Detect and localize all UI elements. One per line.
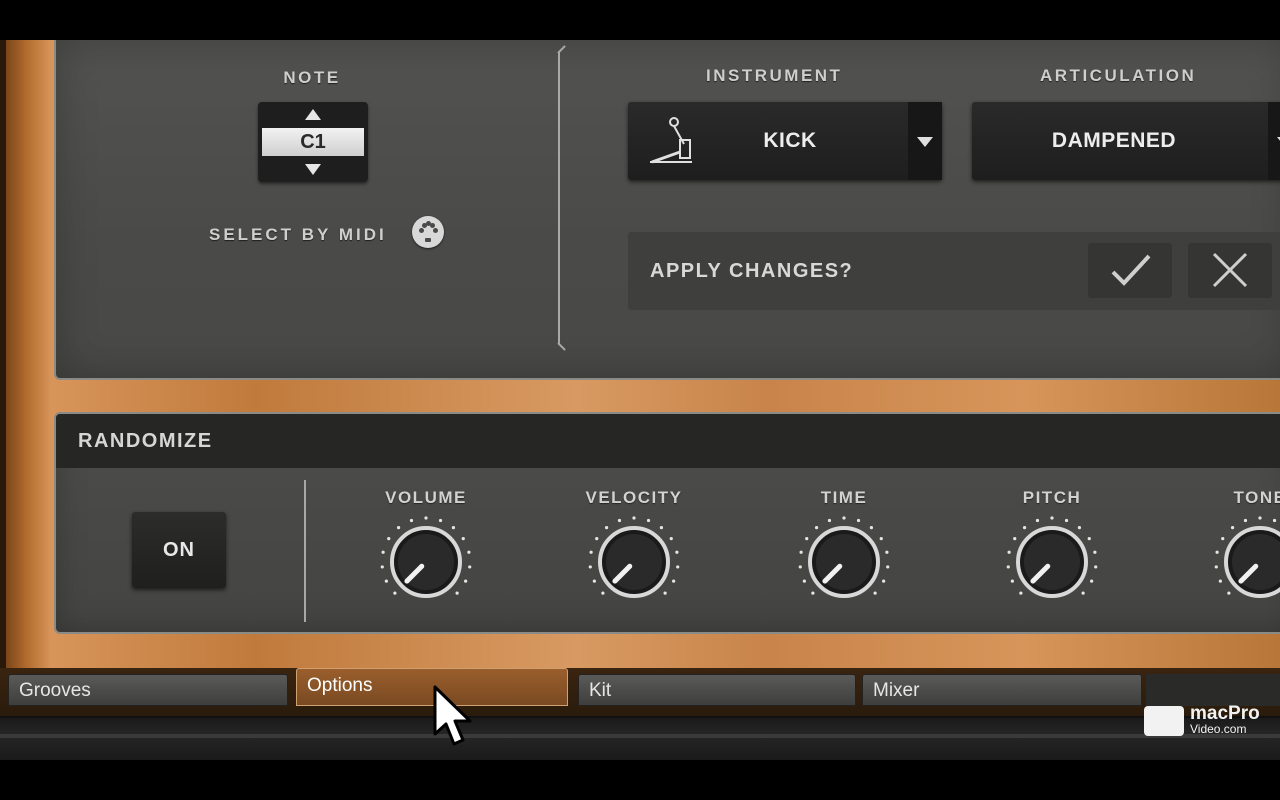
wood-edge (0, 40, 6, 730)
select-by-midi-label: SELECT BY MIDI (209, 225, 387, 244)
kick-pedal-icon (650, 117, 692, 164)
pitch-knob-group: PITCH (982, 488, 1122, 610)
cancel-button[interactable] (1188, 242, 1272, 298)
midi-connector-icon[interactable] (412, 216, 444, 248)
tab-kit[interactable]: Kit (578, 674, 856, 706)
pitch-knob[interactable] (1004, 514, 1100, 610)
articulation-value: DAMPENED (1051, 129, 1177, 152)
tone-knob[interactable] (1212, 514, 1280, 610)
velocity-knob[interactable] (586, 514, 682, 610)
panel-divider (558, 52, 566, 344)
bottom-strip (0, 716, 1280, 760)
note-settings-panel: NOTE C1 SELECT BY MIDI INSTRUMENT KICK A… (54, 40, 1280, 380)
articulation-label: ARTICULATION (1040, 66, 1197, 85)
volume-label: VOLUME (385, 488, 467, 507)
volume-knob-group: VOLUME (356, 488, 496, 610)
note-label: NOTE (283, 68, 341, 87)
note-down-arrow-icon[interactable] (305, 164, 321, 175)
time-knob-group: TIME (774, 488, 914, 610)
chevron-down-icon (917, 137, 933, 147)
mouse-cursor-icon (433, 685, 472, 746)
instrument-label: INSTRUMENT (706, 66, 843, 85)
time-knob[interactable] (796, 514, 892, 610)
tab-mixer[interactable]: Mixer (862, 674, 1142, 706)
logo-mark-icon (1144, 706, 1184, 736)
note-stepper[interactable]: C1 (258, 102, 368, 182)
randomize-header: RANDOMIZE (56, 414, 1280, 468)
randomize-on-button[interactable]: ON (132, 512, 226, 588)
apply-changes-prompt: APPLY CHANGES? (650, 260, 854, 282)
close-icon (1212, 252, 1248, 288)
volume-knob[interactable] (378, 514, 474, 610)
instrument-dropdown-toggle[interactable] (908, 102, 942, 180)
letterbox-bottom (0, 760, 1280, 800)
instrument-dropdown[interactable]: KICK (628, 102, 942, 180)
note-up-arrow-icon[interactable] (305, 109, 321, 120)
logo-brand: macPro (1190, 703, 1260, 724)
tab-bar-filler (1146, 674, 1280, 706)
checkmark-icon (1111, 254, 1151, 286)
randomize-divider (304, 480, 306, 622)
articulation-dropdown-toggle[interactable] (1268, 102, 1280, 180)
velocity-label: VELOCITY (585, 488, 683, 507)
tab-bar: Grooves Options Kit Mixer (0, 668, 1280, 716)
pitch-label: PITCH (1022, 488, 1082, 507)
tone-label: TONE (1233, 488, 1280, 507)
tab-grooves[interactable]: Grooves (8, 674, 288, 706)
randomize-title: RANDOMIZE (78, 430, 213, 452)
letterbox-top (0, 0, 1280, 40)
time-label: TIME (820, 488, 868, 507)
confirm-button[interactable] (1088, 242, 1172, 298)
tone-knob-group: TONE (1190, 488, 1280, 610)
note-value[interactable]: C1 (262, 128, 364, 156)
velocity-knob-group: VELOCITY (564, 488, 704, 610)
macprovideo-logo: macPro Video.com (1144, 704, 1274, 738)
randomize-panel: RANDOMIZE ON VOLUME VELOCITY TIME PITCH … (54, 412, 1280, 634)
articulation-dropdown[interactable]: DAMPENED (972, 102, 1280, 180)
instrument-value: KICK (763, 129, 817, 152)
logo-site: Video.com (1190, 722, 1247, 736)
apply-changes-bar: APPLY CHANGES? (628, 232, 1280, 310)
